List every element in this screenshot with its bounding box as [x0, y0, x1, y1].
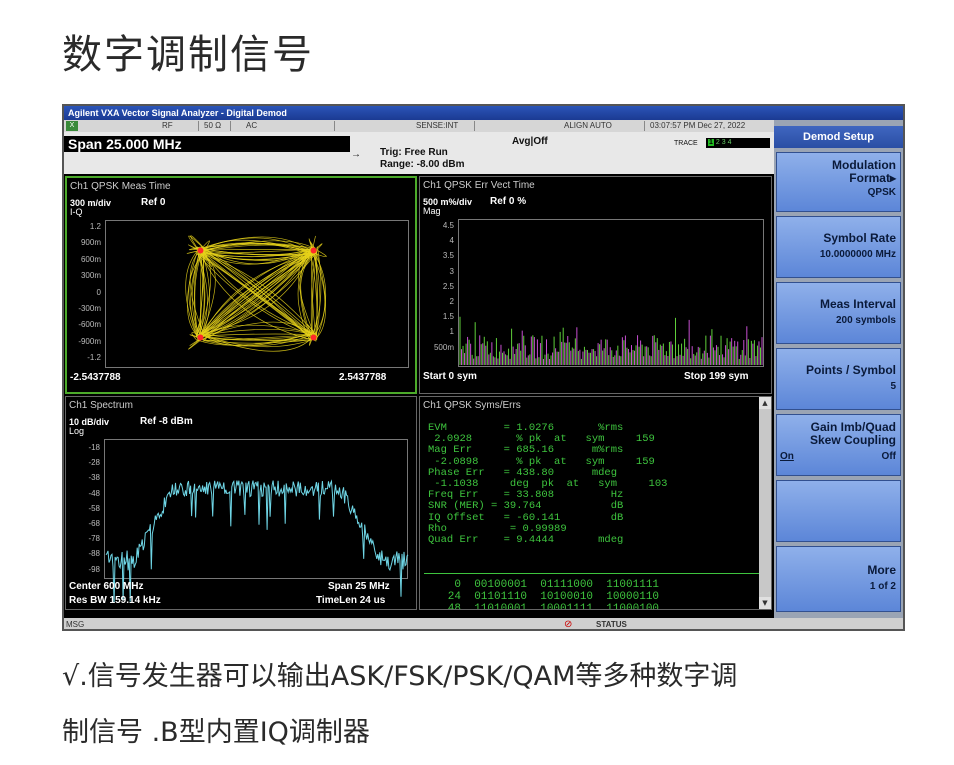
softkey-value: 5 — [890, 381, 896, 392]
align-label: ALIGN AUTO — [564, 121, 612, 130]
info-bar: Span 25.000 MHz Avg|Off → Trig: Free Run… — [64, 132, 774, 174]
page-title: 数字调制信号 — [62, 32, 314, 78]
softkey-value[interactable]: Off — [882, 451, 896, 462]
avg-readout: Avg|Off — [512, 136, 548, 147]
window-titlebar: Agilent VXA Vector Signal Analyzer - Dig… — [64, 106, 903, 120]
constellation-point — [310, 247, 317, 254]
scroll-up-icon[interactable]: ▲ — [759, 397, 771, 409]
spectrum-plot — [105, 479, 409, 603]
gain-imb-quad-skew-softkey[interactable]: Gain Imb/Quad Skew Coupling On Off — [776, 414, 901, 476]
center-freq-label: Center 600 MHz — [69, 581, 144, 592]
vertical-scrollbar[interactable]: ▲ ▼ — [759, 397, 771, 609]
softkey-value: QPSK — [867, 187, 896, 198]
softkey-on-value[interactable]: On — [780, 451, 794, 462]
bottom-status-bar: MSG ⊘ STATUS — [64, 618, 903, 629]
softkey-label: Symbol Rate — [823, 231, 896, 245]
coupling-label: AC — [246, 121, 258, 130]
span-label: Span 25 MHz — [328, 581, 390, 592]
msg-label: MSG — [66, 620, 85, 629]
evm-panel[interactable]: Ch1 QPSK Err Vect Time 500 m%/div Ref 0 … — [419, 176, 772, 394]
x-start-label: Start 0 sym — [423, 371, 477, 382]
constellation-point — [310, 334, 317, 341]
sense-label: SENSE:INT — [416, 121, 459, 130]
bits-row: 48 11010001 10001111 11000100 — [428, 603, 660, 610]
constellation-plot — [185, 235, 327, 352]
syms-errs-panel[interactable]: Ch1 QPSK Syms/Errs EVM = 1.0276 %rms 2.0… — [419, 396, 772, 610]
softkey-label: Meas Interval — [819, 297, 896, 311]
softkey-value: 1 of 2 — [869, 581, 896, 592]
trace-3: 3 — [721, 139, 726, 146]
res-bw-label: Res BW 159.14 kHz — [69, 595, 161, 606]
metrics-table: EVM = 1.0276 %rms 2.0928 % pk at sym 159… — [428, 422, 758, 546]
meas-interval-softkey[interactable]: Meas Interval 200 symbols — [776, 282, 901, 344]
trace-4: 4 — [727, 139, 732, 146]
divider — [424, 573, 760, 574]
spectrum-panel[interactable]: Ch1 Spectrum 10 dB/div Ref -8 dBm Log -1… — [65, 396, 417, 610]
constellation-point — [197, 334, 204, 341]
symbol-bits: 0 00100001 01111000 11001111 24 01101110… — [428, 579, 758, 610]
menu-header: Demod Setup — [774, 126, 903, 148]
constellation-point — [197, 247, 204, 254]
x-min-label: -2.5437788 — [70, 372, 121, 383]
symbol-rate-softkey[interactable]: Symbol Rate 10.0000000 MHz — [776, 216, 901, 278]
status-label[interactable]: STATUS — [580, 618, 627, 629]
panel-title: Ch1 QPSK Syms/Errs — [423, 400, 521, 411]
trace-label: TRACE — [674, 140, 698, 147]
softkey-label: More — [867, 563, 896, 577]
softkey-label: Points / Symbol — [805, 363, 896, 377]
analyzer-screenshot: Agilent VXA Vector Signal Analyzer - Dig… — [62, 104, 905, 631]
trace-indicator: 1 2 3 4 — [706, 138, 770, 148]
caption-line-1: √.信号发生器可以输出ASK/FSK/PSK/QAM等多种数字调 — [62, 661, 738, 692]
rf-label: RF — [162, 121, 173, 130]
span-readout[interactable]: Span 25.000 MHz — [64, 136, 350, 152]
status-icon[interactable]: ⊘ — [564, 619, 576, 629]
softkey-label: Modulation Format▸ — [832, 158, 896, 185]
softkey-label: Gain Imb/Quad Skew Coupling — [809, 420, 896, 447]
range-readout: Range: -8.00 dBm — [380, 159, 465, 170]
timelen-label: TimeLen 24 us — [316, 595, 386, 606]
softkey-value: 200 symbols — [835, 315, 896, 326]
scroll-down-icon[interactable]: ▼ — [759, 597, 771, 609]
error-vector-plot — [459, 316, 763, 365]
modulation-format-softkey[interactable]: Modulation Format▸ QPSK — [776, 152, 901, 212]
arrow-icon: → — [351, 149, 361, 160]
metric-row: SNR (MER) = 39.764 dB — [428, 500, 624, 513]
trig-readout: Trig: Free Run — [380, 147, 448, 158]
softkey-sidebar: Demod Setup Modulation Format▸ QPSK Symb… — [774, 120, 903, 618]
caption-line-2: 制信号 .B型内置IQ调制器 — [62, 717, 370, 748]
metric-row: Mag Err = 685.16 m%rms — [428, 444, 624, 457]
more-softkey[interactable]: More 1 of 2 — [776, 546, 901, 612]
bits-row: 0 00100001 01111000 11001111 — [428, 579, 660, 591]
metric-row: IQ Offset = -60.141 dB — [428, 511, 624, 524]
status-row: X RF 50 Ω AC SENSE:INT ALIGN AUTO 03:07:… — [64, 120, 774, 132]
timestamp: 03:07:57 PM Dec 27, 2022 — [650, 121, 746, 130]
metric-row: Quad Err = 9.4444 mdeg — [428, 533, 624, 546]
trace-1: 1 — [708, 139, 714, 146]
softkey-value: 10.0000000 MHz — [819, 249, 896, 260]
trace-2: 2 — [715, 139, 720, 146]
x-max-label: 2.5437788 — [339, 372, 387, 383]
points-per-symbol-softkey[interactable]: Points / Symbol 5 — [776, 348, 901, 410]
bits-row: 24 01101110 10100010 10000110 — [428, 591, 660, 603]
blank-softkey[interactable] — [776, 480, 901, 542]
constellation-panel[interactable]: Ch1 QPSK Meas Time 300 m/div Ref 0 I-Q 1… — [65, 176, 417, 394]
x-stop-label: Stop 199 sym — [684, 371, 749, 382]
impedance-label: 50 Ω — [204, 121, 222, 130]
agilent-x-logo-icon: X — [66, 121, 78, 131]
